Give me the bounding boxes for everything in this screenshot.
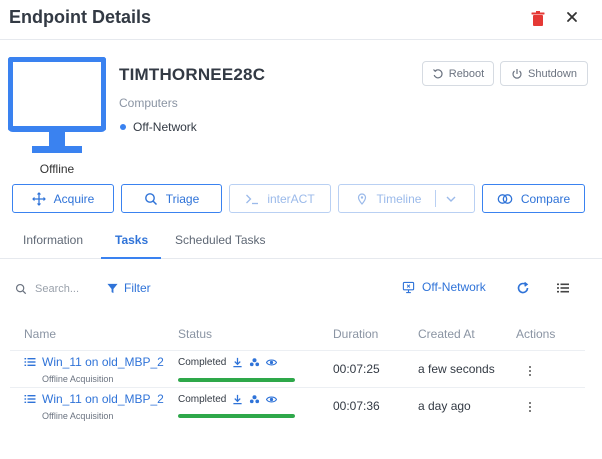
page-title: Endpoint Details: [9, 7, 152, 27]
table-row-divider: [10, 387, 585, 388]
task-type: Offline Acquisition: [42, 374, 114, 384]
task-list-icon: [24, 358, 36, 366]
users-icon[interactable]: [249, 357, 260, 368]
search-icon: [144, 192, 157, 205]
interact-button[interactable]: interACT: [229, 184, 331, 213]
task-progress-fill: [178, 378, 295, 382]
timeline-label: Timeline: [376, 191, 422, 206]
task-progress-fill: [178, 414, 295, 418]
row-actions-menu-icon[interactable]: [526, 365, 534, 377]
task-created-at: a few seconds: [418, 362, 495, 376]
timeline-button[interactable]: Timeline: [338, 184, 475, 213]
task-progress-bar: [178, 414, 295, 418]
endpoint-hostname: TIMTHORNEE28C: [119, 65, 266, 84]
task-name-link[interactable]: Win_11 on old_MBP_2: [24, 392, 164, 406]
active-tab-indicator: [101, 257, 161, 259]
task-duration: 00:07:25: [333, 362, 380, 376]
task-created-at: a day ago: [418, 399, 471, 413]
network-status-dot: [120, 124, 126, 130]
task-list-icon: [24, 395, 36, 403]
search-icon: [15, 283, 27, 295]
task-name-link[interactable]: Win_11 on old_MBP_2: [24, 355, 164, 369]
acquire-button[interactable]: Acquire: [12, 184, 114, 213]
network-filter-label: Off-Network: [422, 280, 486, 294]
shutdown-label: Shutdown: [528, 67, 577, 80]
offline-device-icon: [402, 281, 415, 293]
map-pin-icon: [357, 192, 366, 205]
power-icon: [512, 68, 522, 79]
endpoint-state-label: Offline: [39, 162, 75, 176]
column-header-name: Name: [24, 327, 57, 341]
timeline-divider: [435, 190, 437, 207]
filter-icon: [107, 283, 118, 293]
acquire-label: Acquire: [53, 191, 95, 206]
chevron-down-icon[interactable]: [444, 192, 458, 206]
reboot-label: Reboot: [448, 67, 485, 80]
network-status: Off-Network: [133, 120, 197, 134]
search-field[interactable]: Search...: [15, 281, 79, 297]
compare-button[interactable]: Compare: [482, 184, 585, 213]
endpoint-group: Computers: [119, 96, 178, 110]
network-filter-button[interactable]: Off-Network: [402, 280, 486, 294]
modal-header: Endpoint Details: [0, 0, 602, 40]
task-status-label: Completed: [178, 357, 227, 368]
task-duration: 00:07:36: [333, 399, 380, 413]
row-actions-menu-icon[interactable]: [526, 401, 534, 413]
tab-tasks[interactable]: Tasks: [115, 233, 148, 247]
search-input[interactable]: Search...: [35, 283, 79, 295]
filter-label: Filter: [124, 281, 151, 295]
shutdown-button[interactable]: Shutdown: [500, 61, 588, 86]
move-icon: [31, 191, 46, 206]
filter-button[interactable]: Filter: [107, 281, 151, 295]
task-name: Win_11 on old_MBP_2: [42, 392, 164, 406]
delete-icon[interactable]: [528, 9, 548, 29]
reboot-icon: [432, 68, 443, 78]
reboot-button[interactable]: Reboot: [422, 61, 494, 86]
task-status: Completed: [178, 357, 278, 368]
task-name: Win_11 on old_MBP_2: [42, 355, 164, 369]
task-status: Completed: [178, 394, 278, 405]
tab-information[interactable]: Information: [23, 233, 83, 247]
task-progress-bar: [178, 378, 295, 382]
interact-label: interACT: [267, 191, 315, 206]
task-type: Offline Acquisition: [42, 411, 114, 421]
list-view-icon[interactable]: [556, 281, 570, 295]
download-icon[interactable]: [232, 394, 243, 405]
compare-label: Compare: [520, 191, 571, 206]
column-header-status: Status: [178, 327, 213, 341]
eye-icon[interactable]: [266, 357, 278, 368]
column-header-duration: Duration: [333, 327, 379, 341]
eye-icon[interactable]: [266, 394, 278, 405]
task-status-label: Completed: [178, 394, 227, 405]
triage-button[interactable]: Triage: [121, 184, 222, 213]
users-icon[interactable]: [249, 394, 260, 405]
close-icon[interactable]: [562, 7, 582, 27]
table-header-divider: [10, 350, 585, 351]
monitor-icon: [7, 56, 107, 161]
refresh-icon[interactable]: [516, 281, 530, 295]
tabs-divider: [0, 258, 602, 259]
download-icon[interactable]: [232, 357, 243, 368]
terminal-icon: [246, 194, 259, 204]
compare-icon: [497, 193, 513, 204]
tab-scheduled-tasks[interactable]: Scheduled Tasks: [175, 233, 266, 247]
triage-label: Triage: [165, 191, 200, 206]
column-header-created-at: Created At: [418, 327, 475, 341]
column-header-actions: Actions: [516, 327, 556, 341]
